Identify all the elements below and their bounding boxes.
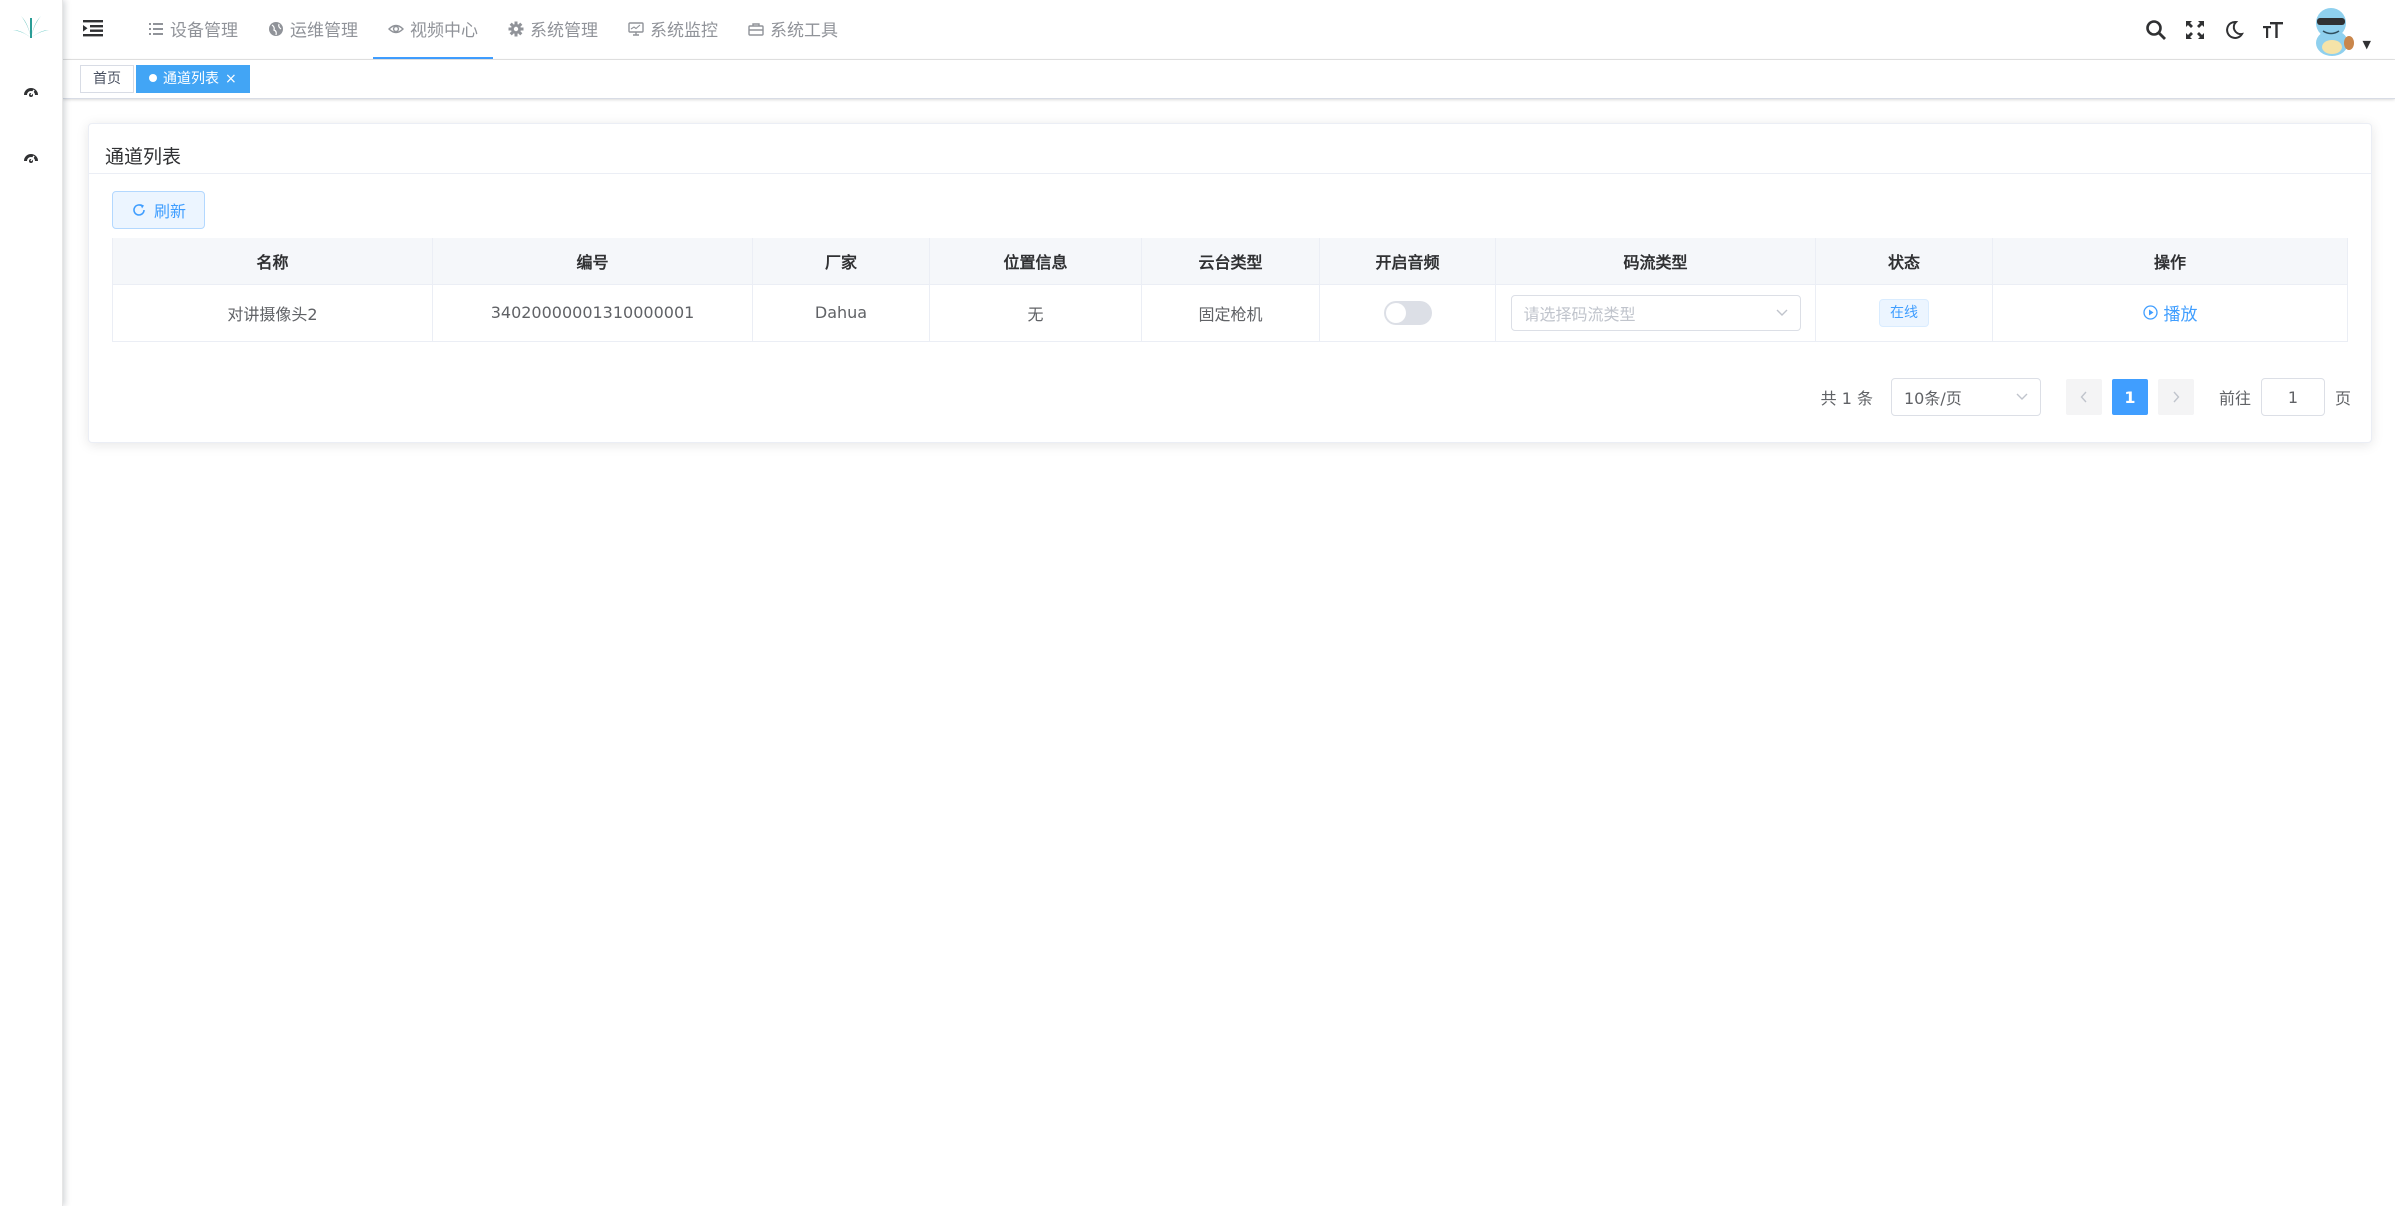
- eye-icon: [388, 24, 404, 33]
- menu-item-label: 系统工具: [770, 21, 838, 41]
- column-header: 状态: [1815, 238, 1993, 285]
- page-jumper: 前往 页: [2219, 378, 2351, 416]
- pagination-total: 共 1 条: [1820, 389, 1873, 408]
- menu-item-label: 设备管理: [170, 21, 238, 41]
- next-page-button[interactable]: [2157, 379, 2194, 415]
- select-placeholder: 请选择码流类型: [1523, 304, 1636, 324]
- toggle-knob: [1385, 302, 1406, 323]
- goto-suffix: 页: [2334, 389, 2351, 408]
- page-number-button[interactable]: 1: [2111, 379, 2148, 415]
- search-icon[interactable]: [2144, 18, 2168, 42]
- cell-vendor: Dahua: [752, 284, 930, 342]
- audio-toggle[interactable]: [1383, 300, 1432, 325]
- refresh-icon: [133, 204, 145, 216]
- cell-audio: [1319, 284, 1496, 342]
- pagination: 共 1 条 10条/页 1 前往 页: [1821, 378, 2351, 416]
- top-navbar: 设备管理 运维管理 视频中心 系统管理 系统监控 系统工具 ▼: [63, 0, 2395, 60]
- page-size-select[interactable]: 10条/页: [1890, 378, 2041, 416]
- menu-item-ops-management[interactable]: 运维管理: [253, 0, 373, 59]
- goto-page-input[interactable]: [2260, 378, 2325, 416]
- tag-channel-list[interactable]: 通道列表 ×: [136, 65, 250, 93]
- column-header: 编号: [432, 238, 753, 285]
- menu-item-label: 系统管理: [530, 21, 598, 41]
- status-badge: 在线: [1879, 298, 1929, 327]
- logo-icon: [13, 16, 49, 38]
- prev-page-button[interactable]: [2065, 379, 2102, 415]
- chevron-down-icon: ▼: [2362, 38, 2371, 51]
- cell-ptz-type: 固定枪机: [1141, 284, 1320, 342]
- stream-type-select[interactable]: 请选择码流类型: [1510, 294, 1801, 331]
- fullscreen-icon[interactable]: [2183, 18, 2207, 42]
- sidebar: [0, 0, 63, 1206]
- menu-item-video-center[interactable]: 视频中心: [373, 0, 493, 59]
- cell-name: 对讲摄像头2: [112, 284, 433, 342]
- menu-item-label: 视频中心: [410, 21, 478, 41]
- menu-item-label: 系统监控: [650, 21, 718, 41]
- menu-item-device-management[interactable]: 设备管理: [133, 0, 253, 59]
- font-size-icon[interactable]: [2261, 18, 2285, 42]
- column-header: 位置信息: [929, 238, 1142, 285]
- right-menu: ▼: [2129, 0, 2371, 60]
- tag-label: 首页: [93, 71, 121, 87]
- moon-icon[interactable]: [2222, 18, 2246, 42]
- menu-item-system-management[interactable]: 系统管理: [493, 0, 613, 59]
- column-header: 开启音频: [1319, 238, 1496, 285]
- play-icon: [2142, 305, 2158, 320]
- table-header-row: 名称 编号 厂家 位置信息 云台类型 开启音频 码流类型 状态 操作: [112, 238, 2348, 285]
- hamburger-icon[interactable]: [81, 16, 105, 40]
- chevron-down-icon: [2016, 393, 2028, 400]
- cell-location: 无: [929, 284, 1142, 342]
- play-label: 播放: [2163, 305, 2198, 325]
- dashboard-icon[interactable]: [22, 82, 40, 100]
- close-icon[interactable]: ×: [225, 71, 237, 87]
- table-row: 对讲摄像头2 34020000001310000001 Dahua 无 固定枪机…: [112, 284, 2348, 342]
- cell-stream-type: 请选择码流类型: [1495, 284, 1816, 342]
- tag-label: 通道列表: [163, 71, 219, 87]
- cell-code: 34020000001310000001: [432, 284, 753, 342]
- channel-table: 名称 编号 厂家 位置信息 云台类型 开启音频 码流类型 状态 操作 对讲摄像头…: [112, 238, 2348, 342]
- tag-home[interactable]: 首页: [80, 65, 134, 93]
- dashboard-icon[interactable]: [22, 148, 40, 166]
- card-title: 通道列表: [89, 124, 2371, 174]
- menu-item-system-monitor[interactable]: 系统监控: [613, 0, 733, 59]
- page-size-value: 10条/页: [1903, 389, 1962, 408]
- column-header: 名称: [112, 238, 433, 285]
- gear-icon: [508, 21, 524, 36]
- menu-item-system-tools[interactable]: 系统工具: [733, 0, 853, 59]
- chevron-left-icon: [2080, 391, 2087, 403]
- chevron-right-icon: [2173, 391, 2180, 403]
- column-header: 云台类型: [1141, 238, 1320, 285]
- menu-item-label: 运维管理: [290, 21, 358, 41]
- column-header: 操作: [1992, 238, 2348, 285]
- cell-action: 播放: [1992, 284, 2348, 342]
- column-header: 码流类型: [1495, 238, 1816, 285]
- chevron-down-icon: [1776, 309, 1787, 316]
- active-dot-icon: [149, 74, 157, 82]
- channel-list-card: 通道列表 刷新 名称 编号 厂家 位置信息 云台类型 开启音频 码流类型 状态 …: [88, 123, 2372, 443]
- avatar: [2304, 3, 2359, 57]
- refresh-button[interactable]: 刷新: [112, 191, 205, 229]
- goto-prefix: 前往: [2218, 389, 2251, 408]
- toolbox-icon: [748, 22, 764, 36]
- list-icon: [149, 22, 163, 35]
- refresh-label: 刷新: [153, 202, 186, 221]
- cell-status: 在线: [1815, 284, 1993, 342]
- globe-icon: [269, 21, 283, 36]
- top-menu: 设备管理 运维管理 视频中心 系统管理 系统监控 系统工具: [133, 0, 853, 60]
- column-header: 厂家: [752, 238, 930, 285]
- play-button[interactable]: 播放: [2142, 300, 2198, 325]
- user-avatar-dropdown[interactable]: ▼: [2304, 3, 2371, 57]
- tags-view: 首页 通道列表 ×: [63, 60, 2395, 99]
- monitor-icon: [628, 21, 644, 36]
